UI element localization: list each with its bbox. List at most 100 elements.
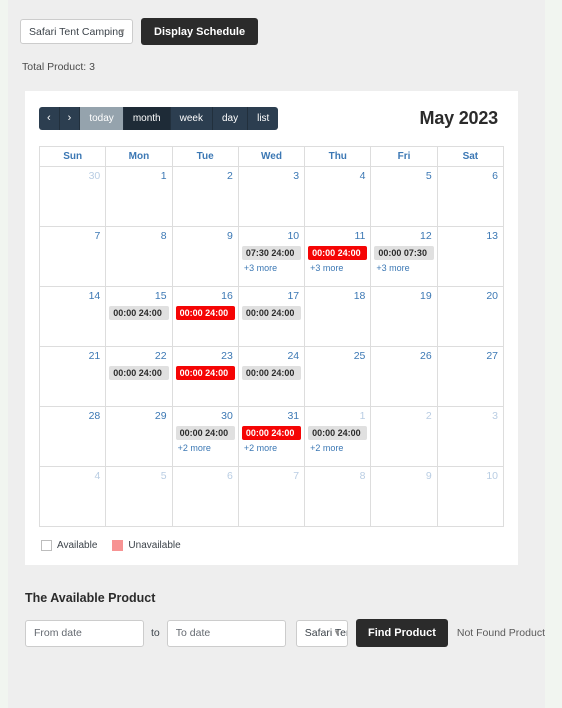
legend-item: Unavailable (112, 540, 181, 551)
calendar-day-cell[interactable]: 7 (237, 466, 306, 527)
calendar-day-cell[interactable]: 12 00:00 07:30 +3 more (370, 226, 438, 287)
day-number: 9 (425, 470, 432, 482)
more-events-link[interactable]: +2 more (244, 443, 304, 453)
calendar-event[interactable]: 00:00 24:00 (109, 305, 169, 321)
calendar-event[interactable]: 00:00 24:00 (308, 245, 368, 261)
day-number: 26 (420, 350, 432, 362)
day-number: 14 (88, 290, 101, 302)
calendar-day-cell[interactable]: 4 (38, 466, 107, 527)
find-product-button[interactable]: Find Product (356, 619, 448, 647)
calendar-event[interactable]: 07:30 24:00 (241, 245, 302, 261)
day-number: 21 (88, 350, 101, 362)
calendar-day-cell[interactable]: 7 (38, 226, 107, 287)
next-month-button[interactable]: › (59, 107, 81, 130)
calendar-day-cell[interactable]: 2 (370, 406, 438, 467)
product-select[interactable]: Safari Tent Camping ▼ (20, 19, 133, 44)
calendar-day-cell[interactable]: 18 (304, 286, 372, 347)
calendar-weekday-header: Sun Mon Tue Wed Thu Fri Sat (38, 146, 505, 167)
calendar-day-cell[interactable]: 23 00:00 24:00 (171, 346, 239, 407)
calendar-day-cell[interactable]: 1 (105, 166, 173, 227)
calendar-day-cell[interactable]: 24 00:00 24:00 (237, 346, 306, 407)
available-product-select[interactable]: Safari Tent Camping ▼ (295, 619, 349, 647)
today-button[interactable]: today (80, 107, 124, 130)
calendar-day-cell[interactable]: 22 00:00 24:00 (105, 346, 173, 407)
more-events-link[interactable]: +2 more (178, 443, 238, 453)
calendar-day-cell[interactable]: 9 (171, 226, 239, 287)
tab-week-view[interactable]: week (170, 107, 213, 130)
more-events-link[interactable]: +3 more (310, 263, 370, 273)
calendar-day-cell[interactable]: 10 (436, 466, 505, 527)
day-number: 11 (354, 230, 366, 242)
calendar-day-cell[interactable]: 26 (370, 346, 438, 407)
calendar-event[interactable]: 00:00 24:00 (175, 305, 235, 321)
calendar-day-cell[interactable]: 20 (436, 286, 505, 347)
day-number: 23 (221, 350, 233, 362)
calendar-day-cell[interactable]: 3 (237, 166, 306, 227)
calendar-day-cell[interactable]: 8 (105, 226, 173, 287)
calendar-day-cell[interactable]: 4 (304, 166, 372, 227)
find-product-status: Not Found Product (456, 627, 545, 639)
day-number: 25 (353, 350, 366, 362)
day-number: 9 (227, 230, 233, 242)
calendar-event[interactable]: 00:00 07:30 (374, 245, 434, 261)
to-date-input[interactable] (166, 619, 286, 647)
calendar-event[interactable]: 00:00 24:00 (175, 425, 235, 441)
calendar-event[interactable]: 00:00 24:00 (308, 425, 368, 441)
calendar-day-cell[interactable]: 30 00:00 24:00 +2 more (171, 406, 239, 467)
calendar-day-cell[interactable]: 8 (304, 466, 372, 527)
calendar-day-cell[interactable]: 13 (436, 226, 505, 287)
display-schedule-button[interactable]: Display Schedule (141, 18, 259, 45)
weekday-header: Thu (304, 146, 372, 167)
weekday-header: Wed (237, 146, 306, 167)
calendar-day-cell[interactable]: 29 (105, 406, 173, 467)
calendar-day-cell[interactable]: 21 (38, 346, 107, 407)
day-number: 10 (287, 230, 300, 242)
calendar-day-cell[interactable]: 19 (370, 286, 438, 347)
day-number: 4 (94, 470, 101, 482)
day-number: 19 (420, 290, 432, 302)
calendar-event[interactable]: 00:00 24:00 (109, 365, 169, 381)
calendar-day-cell[interactable]: 5 (105, 466, 173, 527)
calendar-day-cell[interactable]: 6 (436, 166, 505, 227)
day-number: 17 (287, 290, 300, 302)
calendar-week-row: 30 1 2 3 4 5 6 (38, 166, 505, 227)
day-number: 10 (486, 470, 498, 482)
more-events-link[interactable]: +2 more (310, 443, 370, 453)
calendar-day-cell[interactable]: 25 (304, 346, 372, 407)
from-date-input[interactable] (25, 619, 144, 647)
calendar-day-cell[interactable]: 15 00:00 24:00 (105, 286, 173, 347)
calendar-day-cell[interactable]: 27 (436, 346, 505, 407)
calendar-day-cell[interactable]: 1 00:00 24:00 +2 more (304, 406, 372, 467)
day-number: 28 (88, 410, 101, 422)
calendar-day-cell[interactable]: 14 (38, 286, 107, 347)
more-events-link[interactable]: +3 more (376, 263, 436, 273)
more-events-link[interactable]: +3 more (244, 263, 304, 273)
calendar-day-cell[interactable]: 6 (171, 466, 239, 527)
calendar-day-cell[interactable]: 31 00:00 24:00 +2 more (237, 406, 306, 467)
available-product-panel: The Available Product to Safari Tent Cam… (8, 591, 545, 647)
chevron-down-icon: ▼ (333, 628, 342, 637)
calendar-day-cell[interactable]: 9 (370, 466, 438, 527)
product-select-value: Safari Tent Camping (29, 25, 124, 38)
calendar-event[interactable]: 00:00 24:00 (241, 365, 302, 381)
prev-month-button[interactable]: ‹ (39, 107, 60, 130)
weekday-header: Tue (171, 146, 239, 167)
calendar-event[interactable]: 00:00 24:00 (241, 425, 302, 441)
day-number: 4 (359, 170, 366, 182)
tab-list-view[interactable]: list (248, 107, 279, 130)
calendar-day-cell[interactable]: 28 (38, 406, 107, 467)
calendar-day-cell[interactable]: 10 07:30 24:00 +3 more (237, 226, 306, 287)
calendar-day-cell[interactable]: 11 00:00 24:00 +3 more (304, 226, 372, 287)
calendar-event[interactable]: 00:00 24:00 (241, 305, 302, 321)
calendar-event[interactable]: 00:00 24:00 (175, 365, 235, 381)
day-number: 29 (154, 410, 167, 422)
day-number: 7 (94, 230, 101, 242)
calendar-day-cell[interactable]: 30 (38, 166, 107, 227)
calendar-day-cell[interactable]: 2 (171, 166, 239, 227)
tab-month-view[interactable]: month (123, 107, 171, 130)
calendar-day-cell[interactable]: 16 00:00 24:00 (171, 286, 239, 347)
calendar-day-cell[interactable]: 17 00:00 24:00 (237, 286, 306, 347)
calendar-day-cell[interactable]: 3 (436, 406, 505, 467)
tab-day-view[interactable]: day (212, 107, 249, 130)
calendar-day-cell[interactable]: 5 (370, 166, 438, 227)
